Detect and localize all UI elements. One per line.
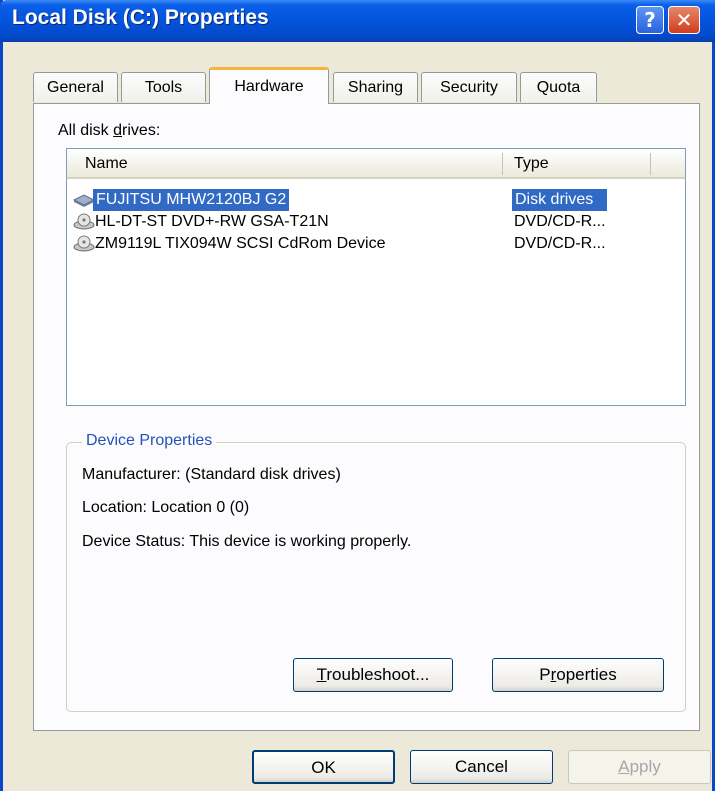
optical-drive-icon (73, 213, 95, 230)
tab-quota[interactable]: Quota (520, 72, 597, 102)
button-label: pply (629, 757, 661, 776)
all-disk-drives-label: All disk drives: (58, 122, 160, 140)
drive-type: DVD/CD-R... (514, 213, 606, 230)
drive-name: HL-DT-ST DVD+-RW GSA-T21N (95, 213, 329, 230)
troubleshoot-button[interactable]: Troubleshoot... (293, 658, 453, 692)
disk-drives-list[interactable]: Name Type FUJITSU MHW2120BJ G2 Disk driv… (66, 148, 686, 406)
button-label: P (539, 665, 551, 684)
hard-disk-icon (73, 194, 95, 207)
drive-type: DVD/CD-R... (514, 235, 606, 252)
button-label: roubleshoot... (326, 665, 430, 684)
drive-name: FUJITSU MHW2120BJ G2 (93, 189, 290, 211)
tab-hardware[interactable]: Hardware (209, 67, 329, 104)
accelerator-key: T (316, 665, 327, 684)
button-label: operties (556, 665, 617, 684)
title-bar[interactable]: Local Disk (C:) Properties ? ✕ (0, 0, 715, 42)
window-title: Local Disk (C:) Properties (12, 6, 269, 29)
column-header-name[interactable]: Name (85, 155, 128, 173)
list-item[interactable]: HL-DT-ST DVD+-RW GSA-T21N DVD/CD-R... (71, 211, 671, 233)
apply-button[interactable]: Apply (568, 750, 711, 784)
location-text: Location: Location 0 (0) (82, 499, 250, 516)
list-header: Name Type (67, 149, 685, 179)
accelerator-key: A (618, 757, 630, 776)
properties-button[interactable]: Properties (492, 658, 664, 692)
manufacturer-text: Manufacturer: (Standard disk drives) (82, 466, 341, 483)
help-button[interactable]: ? (636, 6, 664, 34)
accelerator-key: d (113, 122, 123, 139)
label-part: rives: (122, 122, 161, 139)
list-item[interactable]: FUJITSU MHW2120BJ G2 Disk drives (71, 189, 671, 211)
tab-general[interactable]: General (33, 72, 118, 102)
column-divider[interactable] (502, 153, 503, 175)
tab-tools[interactable]: Tools (121, 72, 206, 102)
cancel-button[interactable]: Cancel (410, 750, 553, 784)
drive-type: Disk drives (512, 189, 608, 211)
optical-drive-icon (73, 235, 95, 252)
list-item[interactable]: ZM9119L TIX094W SCSI CdRom Device DVD/CD… (71, 233, 671, 255)
drive-name: ZM9119L TIX094W SCSI CdRom Device (95, 235, 386, 252)
device-status-text: Device Status: This device is working pr… (82, 533, 412, 550)
device-properties-title: Device Properties (82, 432, 217, 450)
tab-security[interactable]: Security (421, 72, 517, 102)
column-header-type[interactable]: Type (514, 155, 549, 173)
tab-sharing[interactable]: Sharing (333, 72, 418, 102)
label-part: All disk (58, 122, 114, 139)
column-divider[interactable] (650, 153, 651, 175)
close-button[interactable]: ✕ (668, 6, 700, 34)
ok-button[interactable]: OK (252, 750, 395, 784)
properties-dialog: Local Disk (C:) Properties ? ✕ General T… (0, 0, 715, 791)
